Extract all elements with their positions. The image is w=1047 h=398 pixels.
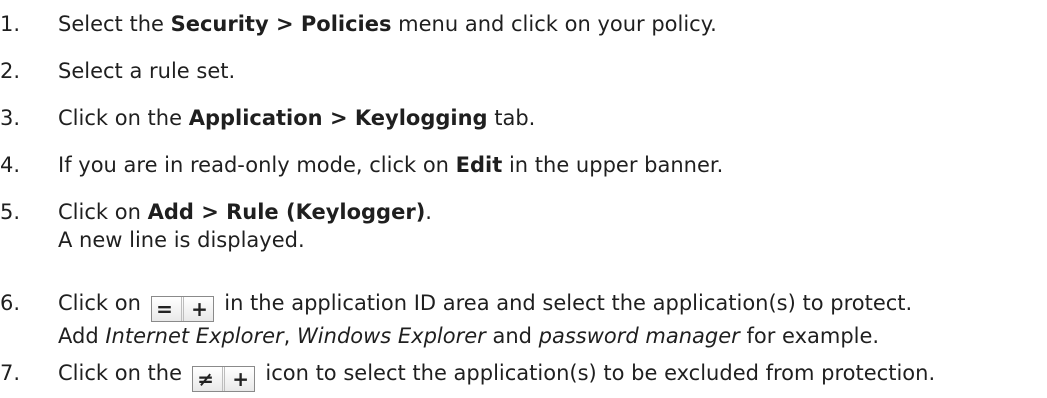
text: tab. [487,106,536,130]
step-note: Add Internet Explorer, Windows Explorer … [58,322,912,350]
text: Click on [58,291,148,315]
text: Click on [58,200,148,224]
step-text: Click on = + in the application ID area a… [58,289,912,350]
equals-add-button-group: = + [150,296,214,322]
step-number: 3. [0,106,21,130]
text: Add [58,324,106,348]
app-name: password manager [538,324,740,348]
add-rule-path: Add > Rule (Keylogger) [147,200,426,224]
text: icon to select the application(s) to be … [258,361,936,385]
step-text: Click on the Application > Keylogging ta… [58,104,535,132]
step-number: 2. [0,59,21,83]
app-name: Internet Explorer [105,324,284,348]
text: and [485,324,539,348]
edit-label: Edit [455,153,503,177]
plus-icon: + [232,367,250,391]
text: Select the [58,12,171,36]
text: Click on the [58,361,189,385]
step-number: 7. [0,361,21,385]
text: , [283,324,298,348]
instruction-steps: 1. Select the Security > Policies menu a… [0,0,1047,398]
not-equals-icon: ≠ [197,367,215,391]
text: Click on the [58,106,189,130]
step-text: Select a rule set. [58,59,236,83]
plus-icon: + [191,297,208,321]
text: for example. [739,324,880,348]
step-text: If you are in read-only mode, click on E… [58,151,723,179]
tab-path: Application > Keylogging [188,106,488,130]
text: menu and click on your policy. [391,12,717,36]
text: in the upper banner. [502,153,724,177]
step-text: Click on the ≠ + icon to select the appli… [58,359,935,392]
step-number: 6. [0,291,21,315]
app-name: Windows Explorer [297,324,486,348]
not-equals-add-button-group: ≠ + [191,366,255,392]
step-note: A new line is displayed. [58,228,305,252]
step-number: 5. [0,200,21,224]
separator [221,367,225,391]
menu-path: Security > Policies [170,12,392,36]
text: If you are in read-only mode, click on [58,153,456,177]
step-number: 4. [0,153,21,177]
step-text: Click on Add > Rule (Keylogger). A new li… [58,198,432,254]
step-number: 1. [0,12,21,36]
text: in the application ID area and select th… [217,291,913,315]
equals-icon: = [156,297,173,321]
text: . [425,200,432,224]
step-text: Select the Security > Policies menu and … [58,10,717,38]
separator [180,297,184,321]
